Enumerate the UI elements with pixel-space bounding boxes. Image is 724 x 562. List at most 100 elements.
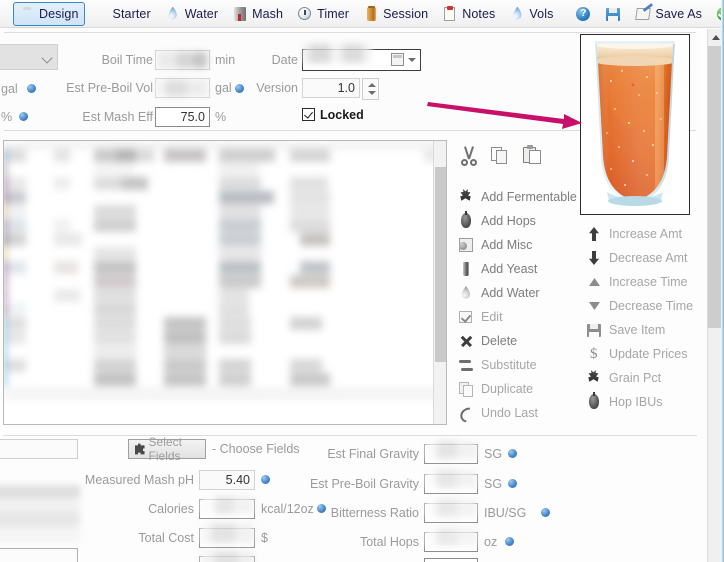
pct-indicator-dot (19, 112, 28, 121)
stepper-up-icon[interactable] (368, 83, 376, 87)
wheat-icon (585, 370, 603, 386)
toolbar-button-water[interactable]: Water (159, 2, 224, 26)
date-redaction (303, 44, 371, 63)
grid-scrollbar-thumb[interactable] (435, 167, 446, 362)
app-window: Design Starter Water Mash Timer Session … (0, 0, 724, 562)
version-stepper[interactable] (362, 78, 379, 100)
action-label: Increase Amt (609, 227, 682, 241)
action-undo-last[interactable]: Undo Last (457, 402, 538, 426)
save-as-pencil-icon (635, 6, 652, 22)
action-label: Duplicate (481, 382, 534, 396)
select-fields-button[interactable]: Select Fields (128, 435, 206, 463)
action-label: Undo Last (481, 406, 538, 420)
action-increase-time[interactable]: Increase Time (585, 271, 688, 293)
scissors-icon[interactable] (458, 145, 480, 167)
date-label: Date (271, 53, 298, 67)
total-cost-unit: $ (261, 531, 268, 545)
boil-time-label: Boil Time (101, 53, 153, 67)
boil-time-unit: min (215, 53, 236, 67)
action-label: Substitute (481, 358, 537, 372)
toolbar-button-timer[interactable]: Timer (291, 2, 355, 26)
action-label: Add Hops (481, 214, 536, 228)
measured-mash-ph-input[interactable]: 5.40 (199, 470, 255, 490)
ingredient-grid[interactable] (3, 140, 447, 425)
calories-redaction (200, 496, 254, 514)
boil-time-redaction (158, 52, 207, 68)
toolbar-label-water: Water (184, 6, 219, 21)
triangle-down-icon (585, 298, 603, 314)
action-delete[interactable]: Delete (457, 330, 517, 352)
right-lower-field[interactable] (424, 558, 478, 562)
style-combo[interactable] (0, 44, 58, 70)
toolbar-button-vols[interactable]: Vols (503, 2, 559, 26)
toolbar-button-mash[interactable]: Mash (226, 2, 289, 26)
total-hops-label: Total Hops (359, 535, 419, 549)
est-pre-boil-vol-redaction (156, 80, 208, 96)
action-label: Add Misc (481, 238, 533, 252)
toolbar-button-starter[interactable]: Starter (87, 2, 157, 26)
est-mash-eff-unit: % (215, 110, 227, 124)
stepper-down-icon[interactable] (368, 91, 376, 95)
copy-icon[interactable] (490, 145, 512, 167)
gal-indicator-dot (27, 84, 36, 93)
calories-label: Calories (148, 502, 194, 516)
action-add-yeast[interactable]: Add Yeast (457, 258, 537, 280)
bitterness-ratio-unit: IBU/SG (484, 506, 527, 520)
left-redacted-field[interactable] (0, 439, 78, 459)
water-drop-icon (457, 285, 475, 301)
paste-icon[interactable] (522, 145, 544, 167)
action-duplicate[interactable]: Duplicate (457, 378, 533, 400)
action-decrease-time[interactable]: Decrease Time (585, 295, 693, 317)
toolbar-label-vols: Vols (529, 6, 554, 21)
action-add-misc[interactable]: Add Misc (457, 234, 532, 256)
action-label: Grain Pct (609, 371, 662, 385)
version-input[interactable]: 1.0 (302, 78, 360, 98)
action-increase-amt[interactable]: Increase Amt (585, 223, 682, 245)
substitute-arrows-icon (457, 357, 475, 373)
action-label: Increase Time (609, 275, 688, 289)
toolbar-button-help[interactable]: ? (569, 2, 597, 26)
toolbar-button-save-as[interactable]: Save As (629, 2, 708, 26)
action-hop-ibus[interactable]: Hop IBUs (585, 391, 663, 413)
toolbar-label-design: Design (39, 6, 79, 21)
toolbar-label-notes: Notes (462, 6, 496, 21)
toolbar-label-save-as: Save As (655, 6, 702, 21)
save-floppy-icon (605, 6, 621, 22)
toolbar-button-save[interactable] (599, 2, 627, 26)
beer-glass-photo (581, 35, 689, 214)
action-save-item[interactable]: Save Item (585, 319, 665, 341)
action-update-prices[interactable]: $ Update Prices (585, 343, 688, 365)
wheat-icon (457, 189, 475, 205)
est-mash-eff-input[interactable]: 75.0 (155, 107, 210, 127)
undo-arrow-icon (457, 404, 479, 426)
locked-checkbox[interactable] (302, 108, 315, 121)
left-lower-field[interactable] (0, 548, 78, 562)
beer-color-preview[interactable] (580, 34, 690, 215)
toolbar-button-notes[interactable]: Notes (436, 2, 501, 26)
recipe-stats-panel: Select Fields - Choose Fields Measured M… (0, 433, 700, 562)
est-pre-boil-gravity-unit: SG (484, 477, 503, 491)
grid-vertical-scrollbar[interactable] (433, 141, 446, 424)
hop-cone-icon (457, 211, 475, 229)
edit-icon (457, 309, 475, 325)
toolbar-button-session[interactable]: Session (357, 2, 434, 26)
action-substitute[interactable]: Substitute (457, 354, 537, 376)
action-label: Add Water (481, 286, 540, 300)
calories-unit: kcal/12oz (261, 502, 314, 516)
yeast-vial-icon (457, 261, 475, 277)
triangle-up-icon (585, 274, 603, 290)
action-label: Edit (481, 310, 503, 324)
action-add-water[interactable]: Add Water (457, 282, 540, 304)
left-redacted-block (0, 485, 80, 543)
action-grain-pct[interactable]: Grain Pct (585, 367, 661, 389)
mash-ph-indicator-dot (261, 475, 270, 484)
action-decrease-amt[interactable]: Decrease Amt (585, 247, 688, 269)
toolbar-button-design[interactable]: Design (13, 1, 85, 26)
action-edit[interactable]: Edit (457, 306, 503, 328)
unit-pct-left: % (1, 110, 13, 124)
action-label: Add Fermentable (481, 190, 577, 204)
duplicate-icon (457, 381, 475, 397)
arrow-up-icon (585, 226, 603, 242)
action-add-hops[interactable]: Add Hops (457, 210, 536, 232)
action-add-fermentable[interactable]: Add Fermentable (457, 186, 577, 208)
